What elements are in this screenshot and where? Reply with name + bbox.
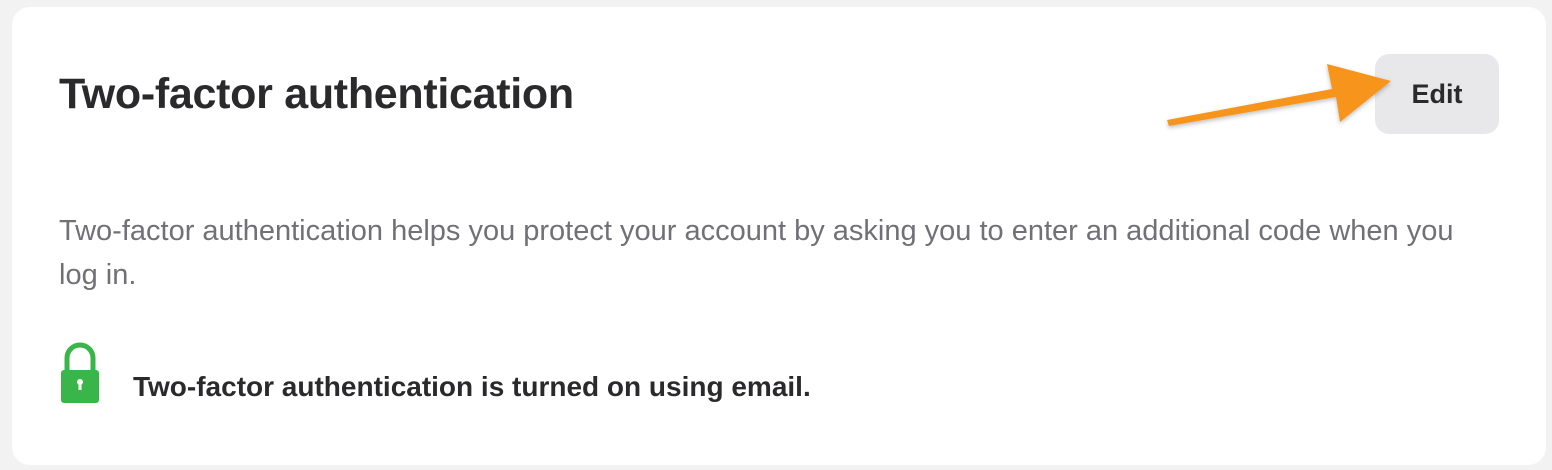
- status-text: Two-factor authentication is turned on u…: [133, 371, 811, 402]
- status-row: Two-factor authentication is turned on u…: [59, 341, 811, 405]
- section-title: Two-factor authentication: [59, 70, 574, 118]
- two-factor-card: Two-factor authentication Edit Two-facto…: [12, 7, 1546, 465]
- lock-icon: [61, 342, 99, 403]
- section-description: Two-factor authentication helps you prot…: [59, 215, 1454, 291]
- edit-button[interactable]: Edit: [1375, 54, 1499, 134]
